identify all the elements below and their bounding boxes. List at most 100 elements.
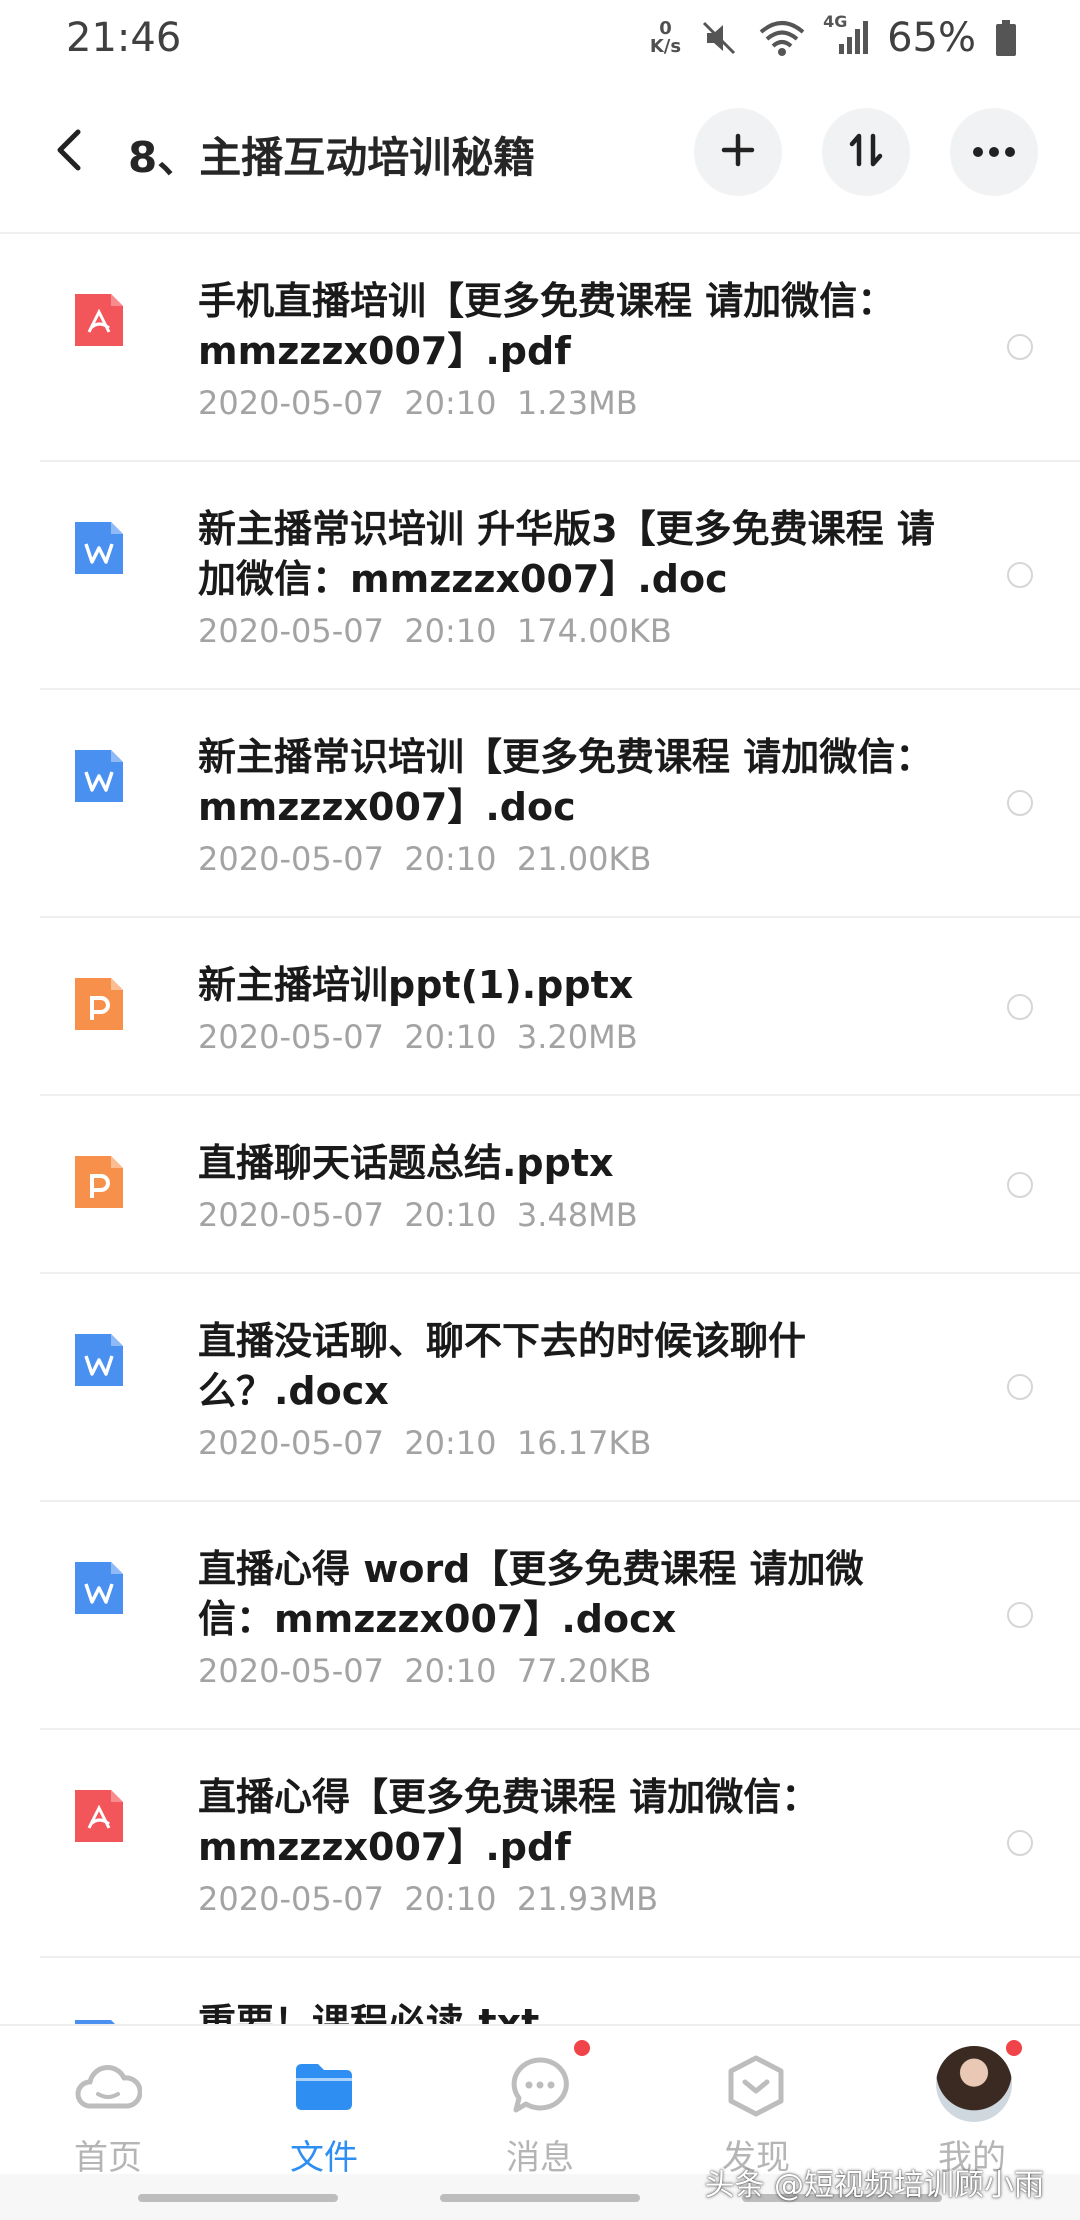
- file-name: 直播聊天话题总结.pptx: [198, 1141, 614, 1185]
- tab-messages-label: 消息: [506, 2138, 574, 2178]
- network-type-label: 4G: [823, 12, 848, 31]
- file-size: 3.48MB: [516, 1196, 638, 1234]
- file-name: 重要！课程必读.txt: [198, 2001, 540, 2024]
- word-icon: [71, 746, 127, 806]
- txt-icon: [71, 2016, 127, 2024]
- back-arrow-icon: [52, 128, 88, 176]
- pdf-icon: [71, 1786, 127, 1846]
- tab-home[interactable]: 首页: [0, 2026, 216, 2178]
- sort-button[interactable]: [822, 108, 910, 196]
- folder-icon: [290, 2052, 358, 2120]
- file-meta: 2020-05-07 20:10 21.93MB: [198, 1880, 658, 1918]
- file-time: 20:10: [404, 840, 497, 878]
- add-button[interactable]: [694, 108, 782, 196]
- signal-icon: 4G: [823, 12, 869, 58]
- select-checkbox[interactable]: [1007, 562, 1033, 588]
- file-meta: 2020-05-07 20:10 1.23MB: [198, 384, 638, 422]
- file-item[interactable]: 新主播培训ppt(1).pptx 2020-05-07 20:10 3.20MB: [0, 918, 1080, 1096]
- file-item[interactable]: 新主播常识培训【更多免费课程 请加微信：mmzzzx007】.doc 2020-…: [0, 690, 1080, 918]
- file-meta: 2020-05-07 20:10 21.00KB: [198, 840, 651, 878]
- select-checkbox[interactable]: [1007, 1172, 1033, 1198]
- file-item[interactable]: 直播心得 word【更多免费课程 请加微信：mmzzzx007】.docx 20…: [0, 1502, 1080, 1730]
- file-size: 77.20KB: [516, 1652, 652, 1690]
- status-icons: 0 K/s 4G 65%: [650, 12, 1018, 61]
- discover-icon: [722, 2052, 790, 2120]
- select-checkbox[interactable]: [1007, 1374, 1033, 1400]
- file-name: 直播心得【更多免费课程 请加微信：mmzzzx007】.pdf: [198, 1775, 820, 1869]
- more-button[interactable]: [950, 108, 1038, 196]
- sort-icon: [846, 130, 886, 174]
- battery-icon: [994, 18, 1018, 58]
- select-checkbox[interactable]: [1007, 1830, 1033, 1856]
- mute-icon: [699, 18, 739, 58]
- file-name: 直播没话聊、聊不下去的时候该聊什么？.docx: [198, 1319, 807, 1413]
- ppt-icon: [71, 974, 127, 1034]
- tab-discover[interactable]: 发现: [648, 2026, 864, 2178]
- file-date: 2020-05-07: [198, 612, 384, 650]
- file-size: 16.17KB: [516, 1424, 652, 1462]
- file-item[interactable]: 直播聊天话题总结.pptx 2020-05-07 20:10 3.48MB: [0, 1096, 1080, 1274]
- file-time: 20:10: [404, 1652, 497, 1690]
- file-time: 20:10: [404, 1880, 497, 1918]
- gesture-pill-center[interactable]: [440, 2194, 640, 2202]
- notification-dot: [574, 2040, 590, 2056]
- tab-profile[interactable]: 我的: [864, 2026, 1080, 2178]
- file-item[interactable]: 手机直播培训【更多免费课程 请加微信：mmzzzx007】.pdf 2020-0…: [0, 234, 1080, 462]
- file-time: 20:10: [404, 1196, 497, 1234]
- file-size: 1.23MB: [516, 384, 638, 422]
- file-item[interactable]: 重要！课程必读.txt: [0, 1958, 1080, 2024]
- network-speed: 0 K/s: [650, 20, 681, 56]
- cloud-icon: [74, 2052, 142, 2120]
- status-time: 21:46: [66, 15, 182, 61]
- pdf-icon: [71, 290, 127, 350]
- file-time: 20:10: [404, 1424, 497, 1462]
- page-title: 8、主播互动培训秘籍: [128, 133, 536, 182]
- select-checkbox[interactable]: [1007, 994, 1033, 1020]
- file-size: 3.20MB: [516, 1018, 638, 1056]
- file-name: 新主播培训ppt(1).pptx: [198, 963, 634, 1007]
- avatar: [936, 2046, 1012, 2122]
- status-bar: 21:46 0 K/s 4G 65%: [0, 0, 1080, 76]
- network-speed-unit: K/s: [649, 36, 682, 57]
- gesture-pill-left[interactable]: [138, 2194, 338, 2202]
- file-meta: 2020-05-07 20:10 3.20MB: [198, 1018, 638, 1056]
- file-date: 2020-05-07: [198, 384, 384, 422]
- plus-icon: [720, 132, 756, 172]
- more-icon: [972, 143, 1016, 162]
- tab-files-label: 文件: [290, 2138, 358, 2178]
- file-name: 新主播常识培训【更多免费课程 请加微信：mmzzzx007】.doc: [198, 735, 934, 829]
- top-bar: 8、主播互动培训秘籍: [0, 96, 1080, 208]
- tab-messages[interactable]: 消息: [432, 2026, 648, 2178]
- select-checkbox[interactable]: [1007, 790, 1033, 816]
- file-size: 174.00KB: [516, 612, 672, 650]
- file-time: 20:10: [404, 1018, 497, 1056]
- file-meta: 2020-05-07 20:10 77.20KB: [198, 1652, 651, 1690]
- file-name: 新主播常识培训 升华版3【更多免费课程 请加微信：mmzzzx007】.doc: [198, 507, 935, 601]
- wifi-icon: [757, 18, 807, 58]
- file-date: 2020-05-07: [198, 1424, 384, 1462]
- select-checkbox[interactable]: [1007, 1602, 1033, 1628]
- tab-home-label: 首页: [74, 2138, 142, 2178]
- tab-files[interactable]: 文件: [216, 2026, 432, 2178]
- chat-icon: [506, 2052, 574, 2120]
- file-list[interactable]: 手机直播培训【更多免费课程 请加微信：mmzzzx007】.pdf 2020-0…: [0, 234, 1080, 2024]
- file-size: 21.93MB: [516, 1880, 659, 1918]
- file-meta: 2020-05-07 20:10 16.17KB: [198, 1424, 651, 1462]
- back-button[interactable]: [40, 122, 100, 182]
- file-meta: 2020-05-07 20:10 174.00KB: [198, 612, 672, 650]
- file-time: 20:10: [404, 384, 497, 422]
- file-item[interactable]: 新主播常识培训 升华版3【更多免费课程 请加微信：mmzzzx007】.doc …: [0, 462, 1080, 690]
- word-icon: [71, 1330, 127, 1390]
- file-item[interactable]: 直播心得【更多免费课程 请加微信：mmzzzx007】.pdf 2020-05-…: [0, 1730, 1080, 1958]
- file-date: 2020-05-07: [198, 1196, 384, 1234]
- battery-percentage: 65%: [887, 15, 976, 61]
- select-checkbox[interactable]: [1007, 334, 1033, 360]
- watermark: 头条 @短视频培训顾小雨: [704, 2168, 1044, 2203]
- file-date: 2020-05-07: [198, 840, 384, 878]
- file-name: 手机直播培训【更多免费课程 请加微信：mmzzzx007】.pdf: [198, 279, 896, 373]
- file-name: 直播心得 word【更多免费课程 请加微信：mmzzzx007】.docx: [198, 1547, 864, 1641]
- file-item[interactable]: 直播没话聊、聊不下去的时候该聊什么？.docx 2020-05-07 20:10…: [0, 1274, 1080, 1502]
- file-size: 21.00KB: [516, 840, 652, 878]
- ppt-icon: [71, 1152, 127, 1212]
- word-icon: [71, 1558, 127, 1618]
